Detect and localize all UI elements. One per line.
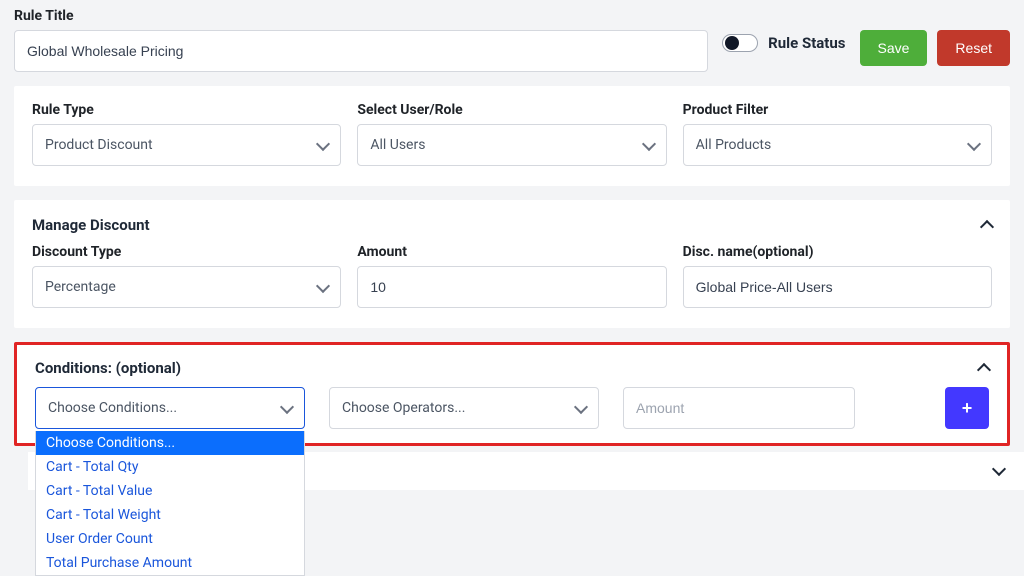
chevron-down-icon xyxy=(280,399,294,413)
operator-select-value: Choose Operators... xyxy=(342,400,465,416)
amount-input[interactable] xyxy=(357,266,666,308)
manage-discount-header[interactable]: Manage Discount xyxy=(32,216,992,234)
condition-row: Choose Conditions... Choose Conditions..… xyxy=(35,387,989,429)
chevron-down-icon xyxy=(574,399,588,413)
product-filter-col: Product Filter All Products xyxy=(683,102,992,166)
discount-type-select[interactable]: Percentage xyxy=(32,266,341,308)
operator-select-col: Choose Operators... xyxy=(329,387,599,429)
product-filter-label: Product Filter xyxy=(683,102,992,118)
chevron-up-icon xyxy=(980,219,994,233)
condition-option[interactable]: User Order Count xyxy=(36,527,304,551)
disc-name-label: Disc. name(optional) xyxy=(683,244,992,260)
user-role-value: All Users xyxy=(370,137,425,153)
rule-type-select[interactable]: Product Discount xyxy=(32,124,341,166)
amount-col: Amount xyxy=(357,244,666,308)
chevron-down-icon xyxy=(967,136,981,150)
conditions-panel: Conditions: (optional) Choose Conditions… xyxy=(14,342,1010,446)
condition-option[interactable]: Cart - Total Weight xyxy=(36,503,304,527)
disc-name-col: Disc. name(optional) xyxy=(683,244,992,308)
condition-option[interactable]: Cart - Total Value xyxy=(36,479,304,503)
condition-select-col: Choose Conditions... Choose Conditions..… xyxy=(35,387,305,429)
rule-type-value: Product Discount xyxy=(45,137,153,153)
rule-status-group: Rule Status xyxy=(722,8,845,52)
condition-select[interactable]: Choose Conditions... xyxy=(35,387,305,429)
manage-discount-title: Manage Discount xyxy=(32,216,150,234)
condition-option[interactable]: Choose Conditions... xyxy=(36,431,304,455)
rule-title-input[interactable] xyxy=(14,30,708,72)
condition-select-value: Choose Conditions... xyxy=(48,400,177,416)
rule-title-block: Rule Title xyxy=(14,8,708,72)
condition-option[interactable]: Cart - Total Qty xyxy=(36,455,304,479)
add-condition-button[interactable]: + xyxy=(945,387,989,429)
rule-status-label: Rule Status xyxy=(768,34,845,52)
rule-status-toggle[interactable] xyxy=(722,34,758,52)
user-role-col: Select User/Role All Users xyxy=(357,102,666,166)
conditions-header[interactable]: Conditions: (optional) xyxy=(35,359,989,377)
user-role-select[interactable]: All Users xyxy=(357,124,666,166)
rule-type-label: Rule Type xyxy=(32,102,341,118)
save-button[interactable]: Save xyxy=(860,30,928,66)
manage-discount-panel: Manage Discount Discount Type Percentage… xyxy=(14,200,1010,328)
condition-dropdown: Choose Conditions... Cart - Total Qty Ca… xyxy=(35,431,305,576)
page-root: Rule Title Rule Status Save Reset Rule T… xyxy=(0,0,1024,545)
chevron-down-icon xyxy=(642,136,656,150)
discount-type-label: Discount Type xyxy=(32,244,341,260)
chevron-down-icon xyxy=(316,136,330,150)
toggle-knob xyxy=(725,36,739,50)
rule-config-panel: Rule Type Product Discount Select User/R… xyxy=(14,86,1010,186)
chevron-down-icon xyxy=(316,278,330,292)
amount-label: Amount xyxy=(357,244,666,260)
chevron-down-icon xyxy=(992,462,1006,476)
condition-amount-col xyxy=(623,387,855,429)
disc-name-input[interactable] xyxy=(683,266,992,308)
condition-amount-input[interactable] xyxy=(623,387,855,429)
discount-type-value: Percentage xyxy=(45,279,116,295)
action-buttons: Save Reset xyxy=(860,8,1011,66)
operator-select[interactable]: Choose Operators... xyxy=(329,387,599,429)
product-filter-value: All Products xyxy=(696,137,772,153)
condition-option[interactable]: Total Purchase Amount xyxy=(36,551,304,575)
conditions-title: Conditions: (optional) xyxy=(35,359,181,377)
chevron-up-icon xyxy=(977,362,991,376)
discount-type-col: Discount Type Percentage xyxy=(32,244,341,308)
rule-title-label: Rule Title xyxy=(14,8,708,24)
user-role-label: Select User/Role xyxy=(357,102,666,118)
top-bar: Rule Title Rule Status Save Reset xyxy=(14,8,1010,72)
reset-button[interactable]: Reset xyxy=(937,30,1010,66)
rule-type-col: Rule Type Product Discount xyxy=(32,102,341,166)
product-filter-select[interactable]: All Products xyxy=(683,124,992,166)
